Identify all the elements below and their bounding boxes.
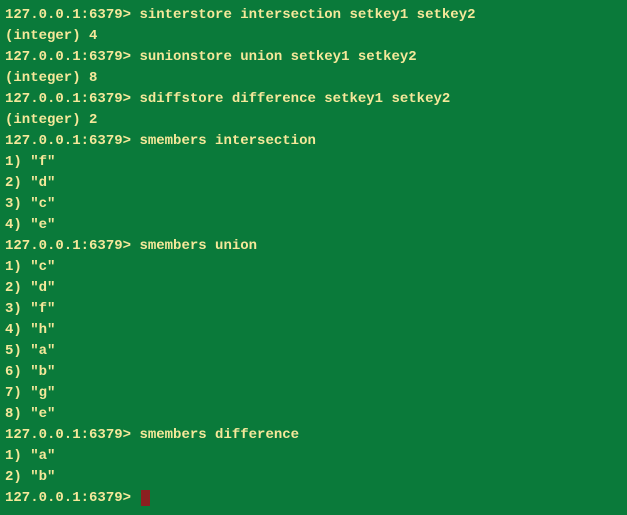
command-text: sunionstore union setkey1 setkey2	[139, 49, 416, 65]
command-line: 127.0.0.1:6379> sinterstore intersection…	[5, 5, 622, 26]
prompt: 127.0.0.1:6379>	[5, 238, 131, 254]
command-text: smembers intersection	[139, 133, 315, 149]
output-line: (integer) 8	[5, 68, 622, 89]
output-line: 2) "d"	[5, 173, 622, 194]
command-text: sdiffstore difference setkey1 setkey2	[139, 91, 450, 107]
prompt: 127.0.0.1:6379>	[5, 133, 131, 149]
output-line: 1) "a"	[5, 446, 622, 467]
command-text: sinterstore intersection setkey1 setkey2	[139, 7, 475, 23]
command-line[interactable]: 127.0.0.1:6379>	[5, 488, 622, 509]
output-line: 2) "b"	[5, 467, 622, 488]
prompt: 127.0.0.1:6379>	[5, 490, 131, 506]
output-line: 1) "c"	[5, 257, 622, 278]
output-line: 1) "f"	[5, 152, 622, 173]
command-line: 127.0.0.1:6379> smembers intersection	[5, 131, 622, 152]
command-text: smembers difference	[139, 427, 299, 443]
command-line: 127.0.0.1:6379> smembers difference	[5, 425, 622, 446]
output-line: 5) "a"	[5, 341, 622, 362]
prompt: 127.0.0.1:6379>	[5, 49, 131, 65]
output-line: (integer) 2	[5, 110, 622, 131]
terminal-output: 127.0.0.1:6379> sinterstore intersection…	[5, 5, 622, 509]
output-line: 6) "b"	[5, 362, 622, 383]
output-line: 7) "g"	[5, 383, 622, 404]
command-line: 127.0.0.1:6379> sunionstore union setkey…	[5, 47, 622, 68]
output-line: 4) "h"	[5, 320, 622, 341]
output-line: 3) "f"	[5, 299, 622, 320]
output-line: 3) "c"	[5, 194, 622, 215]
output-line: 2) "d"	[5, 278, 622, 299]
output-line: 8) "e"	[5, 404, 622, 425]
command-line: 127.0.0.1:6379> smembers union	[5, 236, 622, 257]
cursor-icon	[141, 490, 150, 506]
prompt: 127.0.0.1:6379>	[5, 427, 131, 443]
prompt: 127.0.0.1:6379>	[5, 91, 131, 107]
output-line: 4) "e"	[5, 215, 622, 236]
prompt: 127.0.0.1:6379>	[5, 7, 131, 23]
command-text: smembers union	[139, 238, 257, 254]
output-line: (integer) 4	[5, 26, 622, 47]
command-line: 127.0.0.1:6379> sdiffstore difference se…	[5, 89, 622, 110]
